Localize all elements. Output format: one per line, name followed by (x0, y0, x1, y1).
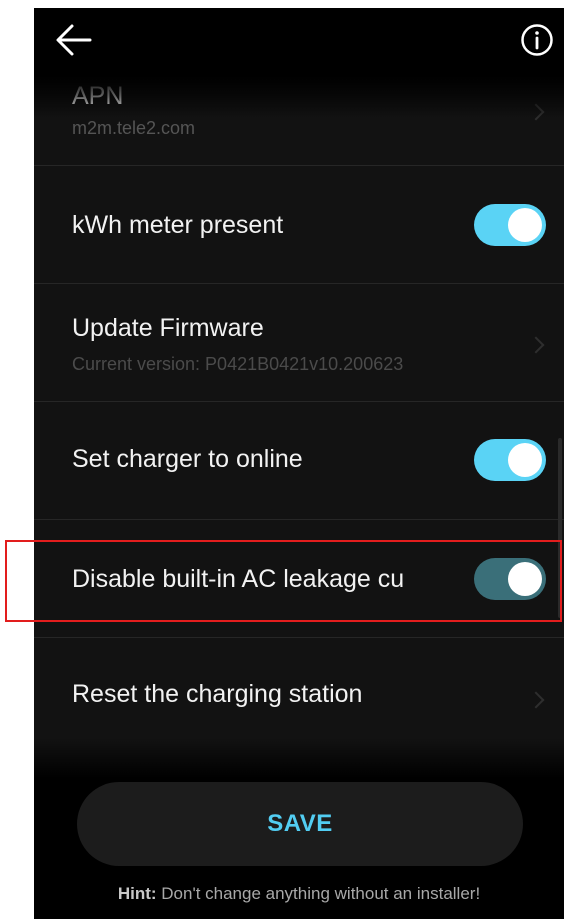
phone-screen: APN m2m.tele2.com kWh meter present Upda… (34, 8, 564, 919)
toggle-knob (508, 208, 542, 242)
toggle-knob (508, 443, 542, 477)
info-circle-icon (521, 24, 553, 56)
hint-text: Hint: Don't change anything without an i… (34, 884, 564, 904)
save-button[interactable]: SAVE (77, 782, 523, 866)
reset-station-title: Reset the charging station (72, 680, 363, 708)
ac-leakage-row: Disable built-in AC leakage cu (34, 520, 564, 638)
chevron-right-icon (527, 336, 545, 354)
ac-leakage-title: Disable built-in AC leakage cu (72, 565, 405, 593)
apn-row[interactable]: APN m2m.tele2.com (34, 60, 564, 166)
arrow-left-icon (56, 24, 92, 56)
back-button[interactable] (54, 22, 94, 58)
charger-online-title: Set charger to online (72, 445, 303, 473)
update-firmware-row[interactable]: Update Firmware Current version: P0421B0… (34, 284, 564, 402)
hint-message: Don't change anything without an install… (156, 884, 481, 903)
firmware-version: Current version: P0421B0421v10.200623 (72, 354, 404, 374)
charger-online-toggle[interactable] (474, 439, 546, 481)
chevron-right-icon (527, 691, 545, 709)
info-button[interactable] (520, 23, 554, 57)
toggle-knob (508, 562, 542, 596)
apn-title: APN (72, 82, 124, 110)
apn-value: m2m.tele2.com (72, 118, 196, 138)
hint-label: Hint: (117, 884, 157, 903)
update-firmware-title: Update Firmware (72, 314, 264, 342)
charger-online-row: Set charger to online (34, 402, 564, 520)
kwh-meter-row: kWh meter present (34, 166, 564, 284)
scrollbar[interactable] (558, 438, 562, 618)
chevron-right-icon (527, 103, 545, 121)
kwh-meter-title: kWh meter present (72, 211, 284, 239)
ac-leakage-toggle[interactable] (474, 558, 546, 600)
kwh-meter-toggle[interactable] (474, 204, 546, 246)
